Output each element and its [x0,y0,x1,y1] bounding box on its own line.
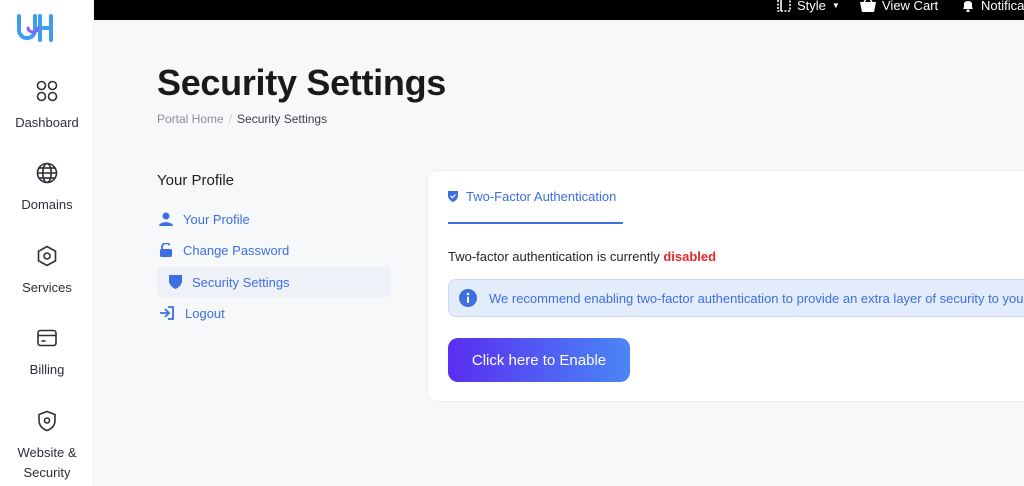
unlock-icon [160,243,172,257]
profile-link-change-password[interactable]: Change Password [157,235,391,265]
recommendation-alert: We recommend enabling two-factor authent… [448,279,1024,317]
profile-link-logout[interactable]: Logout [157,298,391,328]
profile-link-label: Change Password [183,242,290,258]
logout-icon [160,306,174,320]
sidebar: Dashboard Domains Services Billing Websi… [0,0,94,486]
basket-icon [860,0,876,12]
sidebar-item-label: Services [22,280,72,295]
profile-link-label: Logout [185,305,225,321]
page-title: Security Settings [157,62,446,103]
enable-two-factor-button[interactable]: Click here to Enable [448,338,630,382]
sidebar-item-services[interactable]: Services [0,244,94,298]
profile-menu-heading: Your Profile [157,172,234,189]
notifications-label: Notifications [981,0,1024,13]
breadcrumb-home-link[interactable]: Portal Home [157,112,224,126]
profile-link-security-settings[interactable]: Security Settings [157,267,391,297]
two-factor-card: Two-Factor Authentication Two-factor aut… [427,170,1024,402]
alert-text: We recommend enabling two-factor authent… [489,290,1024,306]
shield-icon [448,191,458,202]
style-label: Style [797,0,826,13]
sidebar-item-label: Website & Security [17,445,77,480]
profile-link-label: Security Settings [192,274,290,290]
style-icon [777,0,791,12]
globe-icon [36,162,58,184]
sidebar-item-billing[interactable]: Billing [0,326,94,380]
breadcrumb-current: Security Settings [237,112,328,126]
breadcrumb-separator: / [228,112,233,126]
sidebar-item-label: Dashboard [15,115,79,130]
top-bar: Style ▼ View Cart Notifications [94,0,1024,20]
active-tab-indicator [448,222,623,224]
view-cart-label: View Cart [882,0,939,13]
two-factor-status: Two-factor authentication is currently d… [448,249,716,264]
tab-label: Two-Factor Authentication [466,189,617,204]
breadcrumb: Portal Home / Security Settings [157,112,327,126]
brand-logo[interactable] [16,12,54,44]
sidebar-item-label: Domains [21,197,73,212]
grid-icon [36,80,58,102]
main-content: Security Settings Portal Home / Security… [94,20,1024,486]
status-text: Two-factor authentication is currently [448,249,660,264]
card-icon [37,329,57,347]
bell-icon [963,1,973,12]
sidebar-item-dashboard[interactable]: Dashboard [0,79,94,133]
info-icon [459,289,477,307]
status-badge: disabled [663,249,717,264]
profile-link-your-profile[interactable]: Your Profile [157,204,391,234]
sidebar-item-domains[interactable]: Domains [0,161,94,215]
shield-icon [38,410,56,432]
notifications-menu[interactable]: Notifications [961,0,1024,20]
user-icon [159,212,173,226]
hexagon-icon [37,245,57,267]
profile-link-label: Your Profile [183,211,250,227]
shield-icon [169,275,182,289]
tab-two-factor-authentication[interactable]: Two-Factor Authentication [448,189,616,204]
caret-down-icon: ▼ [831,1,840,10]
style-menu[interactable]: Style ▼ [777,0,840,20]
sidebar-item-label: Billing [29,362,65,377]
view-cart-link[interactable]: View Cart [860,0,938,20]
sidebar-item-website-security[interactable]: Website & Security [0,409,94,483]
